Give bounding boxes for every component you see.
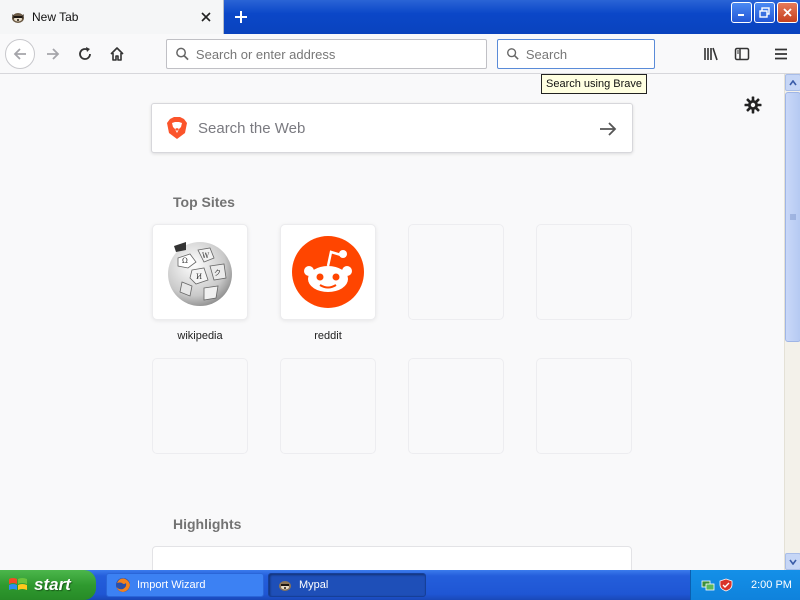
- empty-top-site-slot: [408, 358, 504, 454]
- library-icon: [704, 47, 718, 61]
- reload-button[interactable]: [70, 39, 100, 69]
- top-site-label: wikipedia: [177, 330, 223, 342]
- highlight-card[interactable]: [152, 546, 632, 570]
- title-bar: New Tab: [0, 0, 800, 34]
- window-controls: [731, 2, 798, 23]
- plus-icon: [235, 11, 247, 23]
- search-icon: [176, 47, 189, 61]
- address-bar[interactable]: [166, 39, 487, 69]
- search-input[interactable]: [525, 46, 654, 62]
- chevron-down-icon: [789, 559, 797, 565]
- minimize-button[interactable]: [731, 2, 752, 23]
- close-tab-icon[interactable]: [195, 6, 217, 28]
- customize-button[interactable]: [742, 94, 764, 116]
- library-button[interactable]: [696, 39, 726, 69]
- system-tray: 2:00 PM: [690, 570, 800, 600]
- arrow-left-icon: [13, 48, 26, 60]
- mypal-raccoon-icon: [10, 9, 26, 25]
- web-search-input[interactable]: [198, 119, 578, 137]
- search-bar[interactable]: [497, 39, 655, 69]
- top-site-tile-reddit[interactable]: [280, 224, 376, 320]
- firefox-icon: [116, 578, 130, 592]
- security-shield-icon[interactable]: [719, 578, 733, 592]
- wikipedia-globe-icon: Ω W И ク: [168, 242, 232, 306]
- windows-logo-icon: [9, 578, 27, 590]
- search-go-button[interactable]: [596, 117, 620, 141]
- taskbar-item-import-wizard[interactable]: Import Wizard: [106, 573, 264, 597]
- empty-top-site-slot: [408, 224, 504, 320]
- top-sites-heading: Top Sites: [173, 194, 235, 210]
- forward-button[interactable]: [38, 39, 68, 69]
- tab-title: New Tab: [32, 10, 79, 24]
- taskbar-item-mypal[interactable]: Mypal: [268, 573, 426, 597]
- restore-button[interactable]: [754, 2, 775, 23]
- empty-top-site-slot: [280, 358, 376, 454]
- close-window-button[interactable]: [777, 2, 798, 23]
- hamburger-menu-icon: [775, 48, 787, 60]
- search-icon: [507, 48, 519, 60]
- back-button[interactable]: [5, 39, 35, 69]
- brave-lion-icon: [167, 117, 187, 139]
- reddit-alien-icon: [292, 236, 364, 308]
- start-button[interactable]: start: [0, 570, 96, 600]
- address-input[interactable]: [195, 46, 486, 62]
- new-tab-page: Top Sites Ω W И ク wikipedia: [0, 74, 784, 570]
- scroll-down-button[interactable]: [785, 553, 800, 570]
- taskbar: start Import Wizard Mypal 2:00 PM: [0, 570, 800, 600]
- scroll-thumb[interactable]: [785, 92, 800, 342]
- top-site-tile-wikipedia[interactable]: Ω W И ク: [152, 224, 248, 320]
- svg-text:Ω: Ω: [182, 257, 188, 265]
- menu-button[interactable]: [766, 39, 796, 69]
- empty-top-site-slot: [152, 358, 248, 454]
- network-icon[interactable]: [701, 578, 715, 592]
- sidebar-icon: [734, 47, 750, 61]
- web-search-box[interactable]: [151, 103, 633, 153]
- tab-new-tab[interactable]: New Tab: [0, 0, 224, 34]
- restore-icon: [759, 7, 770, 18]
- new-tab-button[interactable]: [228, 4, 254, 30]
- mypal-raccoon-icon: [279, 581, 291, 591]
- minimize-icon: [738, 14, 744, 16]
- navigation-toolbar: [0, 34, 800, 74]
- highlights-heading: Highlights: [173, 516, 242, 532]
- scroll-up-button[interactable]: [785, 74, 800, 91]
- gear-icon: [744, 96, 762, 114]
- sidebar-toggle-button[interactable]: [727, 39, 757, 69]
- taskbar-item-label: Mypal: [299, 579, 329, 591]
- empty-top-site-slot: [536, 224, 632, 320]
- home-button[interactable]: [102, 39, 132, 69]
- empty-top-site-slot: [536, 358, 632, 454]
- svg-text:ク: ク: [214, 269, 221, 277]
- top-site-label: reddit: [314, 330, 342, 342]
- arrow-right-icon: [47, 48, 60, 60]
- search-tooltip: Search using Brave: [541, 74, 647, 94]
- clock[interactable]: 2:00 PM: [751, 579, 792, 591]
- svg-text:И: И: [196, 273, 202, 281]
- start-label: start: [34, 575, 71, 594]
- reload-icon: [79, 47, 91, 60]
- home-icon: [110, 47, 124, 61]
- arrow-right-icon: [600, 122, 617, 136]
- chevron-up-icon: [789, 79, 797, 85]
- grip-icon: [790, 214, 796, 220]
- svg-text:W: W: [202, 252, 210, 260]
- taskbar-item-label: Import Wizard: [137, 579, 206, 591]
- vertical-scrollbar[interactable]: [784, 74, 800, 570]
- close-icon: [783, 8, 792, 17]
